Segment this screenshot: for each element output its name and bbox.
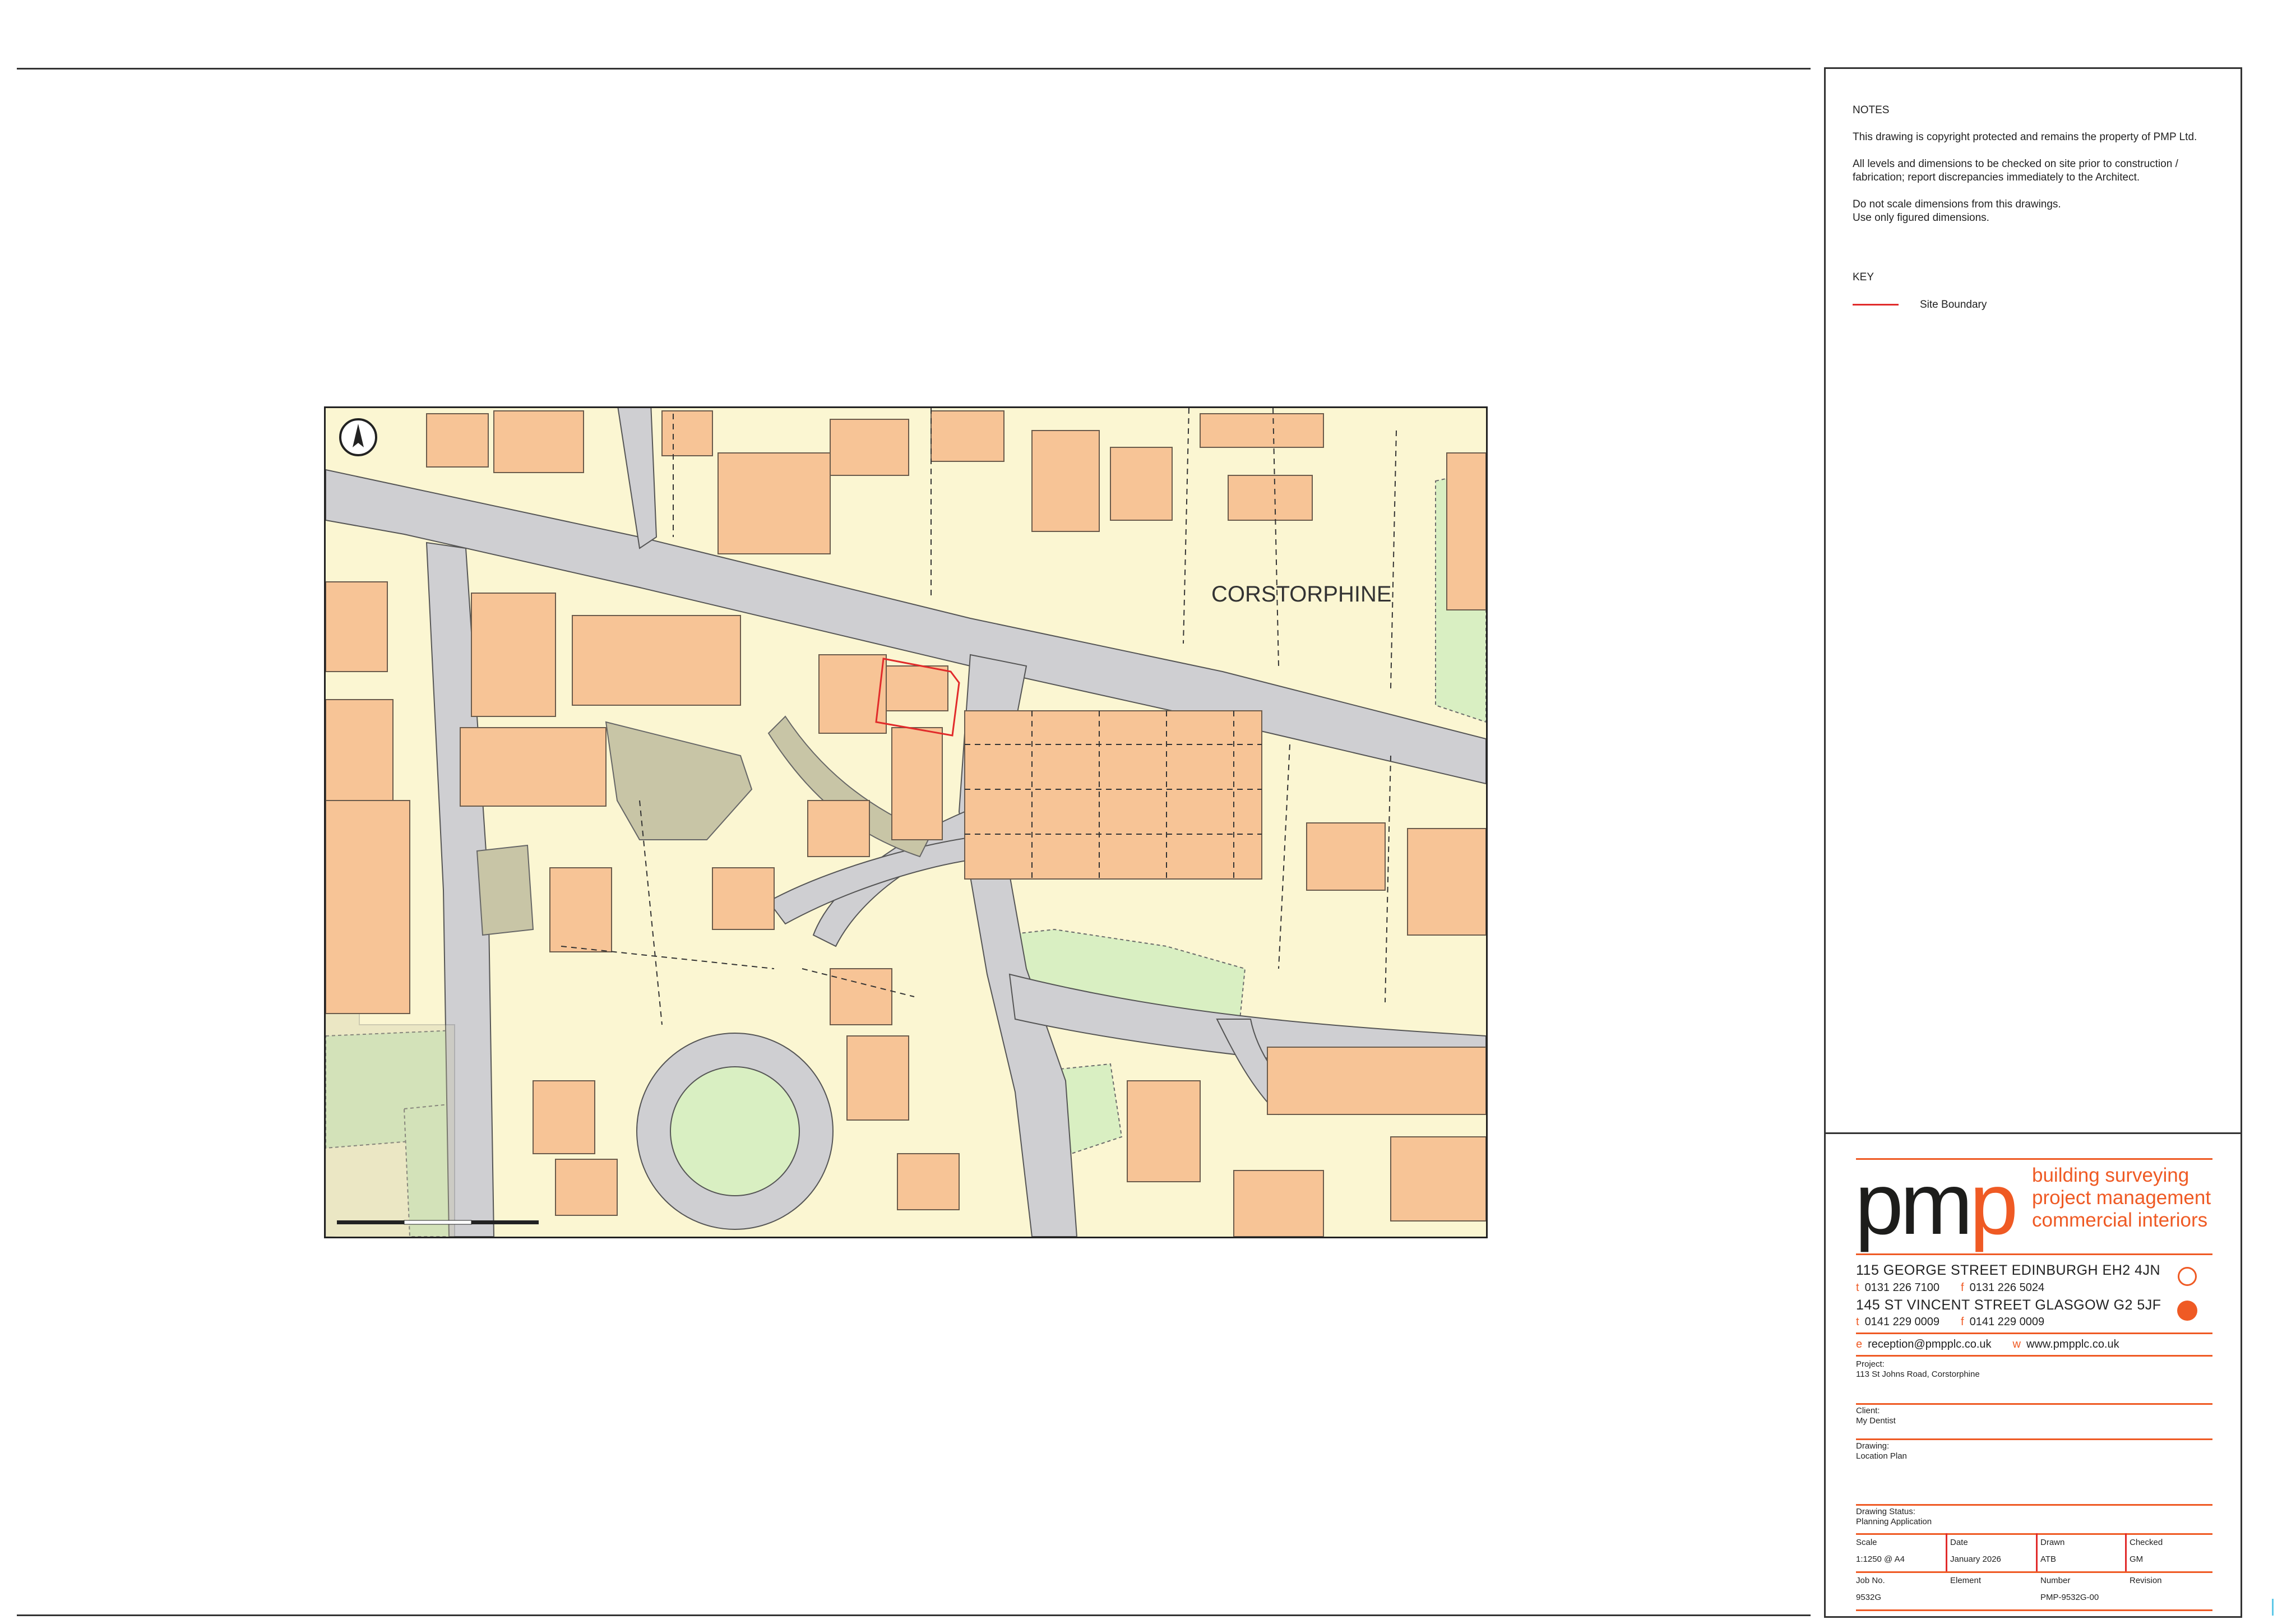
map-area-label: CORSTORPHINE [1211, 582, 1392, 607]
email-link[interactable]: reception@pmpplc.co.uk [1868, 1338, 1991, 1350]
title-block-divider [1826, 1132, 2241, 1134]
note-copyright: This drawing is copyright protected and … [1853, 131, 2197, 143]
fax-number: 0131 226 5024 [1969, 1281, 2045, 1294]
drawing-label: Drawing: [1856, 1441, 1890, 1451]
key-heading: KEY [1853, 271, 1874, 283]
phone-label: t [1856, 1281, 1859, 1294]
drawn-value: ATB [2040, 1554, 2057, 1564]
project-rule [1856, 1403, 2212, 1405]
drawing-value: Location Plan [1856, 1451, 1907, 1461]
edinburgh-address: 115 GEORGE STREET EDINBURGH EH2 4JN [1856, 1262, 2161, 1278]
phone-number: 0131 226 7100 [1864, 1281, 1940, 1294]
company-tagline: building surveying project management co… [2032, 1164, 2211, 1232]
web-link[interactable]: www.pmpplc.co.uk [2026, 1338, 2119, 1350]
scale-value: 1:1250 @ A4 [1856, 1554, 1905, 1564]
email-label: e [1856, 1338, 1863, 1350]
contact-rule-bottom [1856, 1355, 2212, 1357]
project-value: 113 St Johns Road, Corstorphine [1856, 1369, 1980, 1379]
phone-number: 0141 229 0009 [1864, 1316, 1940, 1328]
edinburgh-office-marker [2178, 1267, 2197, 1286]
scale-label: Scale [1856, 1538, 1877, 1547]
title-panel: NOTES This drawing is copyright protecte… [1824, 67, 2242, 1618]
location-map[interactable]: CORSTORPHINE [324, 406, 1488, 1238]
client-value: My Dentist [1856, 1416, 1896, 1426]
job-value: 9532G [1856, 1593, 1882, 1602]
sheet-bottom-rule [17, 1614, 1811, 1616]
key-site-boundary-label: Site Boundary [1920, 299, 1987, 311]
status-value: Planning Application [1856, 1517, 1932, 1526]
glasgow-address: 145 ST VINCENT STREET GLASGOW G2 5JF [1856, 1297, 2161, 1313]
glasgow-office-marker [2177, 1301, 2197, 1321]
notes-block: NOTES This drawing is copyright protecte… [1853, 104, 2223, 225]
tagline-1: building surveying [2032, 1164, 2189, 1186]
phone-label: t [1856, 1316, 1859, 1328]
status-label: Drawing Status: [1856, 1507, 1915, 1516]
glasgow-phone: t 0141 229 0009 f 0141 229 0009 [1856, 1316, 2044, 1329]
map-canvas: CORSTORPHINE [326, 408, 1486, 1237]
date-label: Date [1950, 1538, 1968, 1547]
contact-rule-top [1856, 1332, 2212, 1334]
edinburgh-phone: t 0131 226 7100 f 0131 226 5024 [1856, 1281, 2044, 1294]
logo-text-a: pm [1855, 1155, 1973, 1253]
grid-rule-bottom [1856, 1609, 2212, 1611]
note-scale-a: Do not scale dimensions from this drawin… [1853, 198, 2061, 210]
pmp-logo: pmp [1855, 1160, 2018, 1248]
key-site-boundary: Site Boundary [1853, 299, 1987, 311]
drawing-rule [1856, 1504, 2212, 1506]
drawn-label: Drawn [2040, 1538, 2065, 1547]
job-label: Job No. [1856, 1576, 1885, 1585]
note-scale: Do not scale dimensions from this drawin… [1853, 198, 2223, 225]
fax-label: f [1961, 1281, 1964, 1294]
contact-row: e reception@pmpplc.co.uk w www.pmpplc.co.uk [1856, 1338, 2119, 1351]
grid-vline-3 [2125, 1533, 2127, 1571]
revision-label: Revision [2130, 1576, 2162, 1585]
site-boundary-swatch [1853, 304, 1899, 306]
number-label: Number [2040, 1576, 2071, 1585]
note-levels: All levels and dimensions to be checked … [1853, 158, 2178, 183]
client-rule [1856, 1438, 2212, 1440]
fax-label: f [1961, 1316, 1964, 1328]
project-label: Project: [1856, 1359, 1885, 1369]
note-scale-b: Use only figured dimensions. [1853, 212, 1989, 224]
client-label: Client: [1856, 1406, 1880, 1415]
logo-rule-bottom [1856, 1253, 2212, 1255]
tagline-3: commercial interiors [2032, 1209, 2208, 1231]
grid-rule-mid [1856, 1571, 2212, 1573]
checked-label: Checked [2130, 1538, 2163, 1547]
number-value: PMP-9532G-00 [2040, 1593, 2099, 1602]
sheet-top-rule [17, 68, 1811, 70]
checked-value: GM [2130, 1554, 2144, 1564]
logo-text-b: p [1969, 1155, 2019, 1253]
notes-heading: NOTES [1853, 104, 1890, 116]
scale-bar [337, 1220, 539, 1225]
fax-number: 0141 229 0009 [1969, 1316, 2045, 1328]
date-value: January 2026 [1950, 1554, 2001, 1564]
north-arrow-icon [339, 418, 377, 456]
grid-vline-2 [2036, 1533, 2038, 1571]
element-label: Element [1950, 1576, 1982, 1585]
web-label: w [2012, 1338, 2021, 1350]
tagline-2: project management [2032, 1187, 2211, 1209]
edge-marker [2272, 1599, 2274, 1616]
roundabout [636, 1033, 834, 1230]
grid-vline-1 [1946, 1533, 1947, 1571]
status-rule [1856, 1533, 2212, 1535]
